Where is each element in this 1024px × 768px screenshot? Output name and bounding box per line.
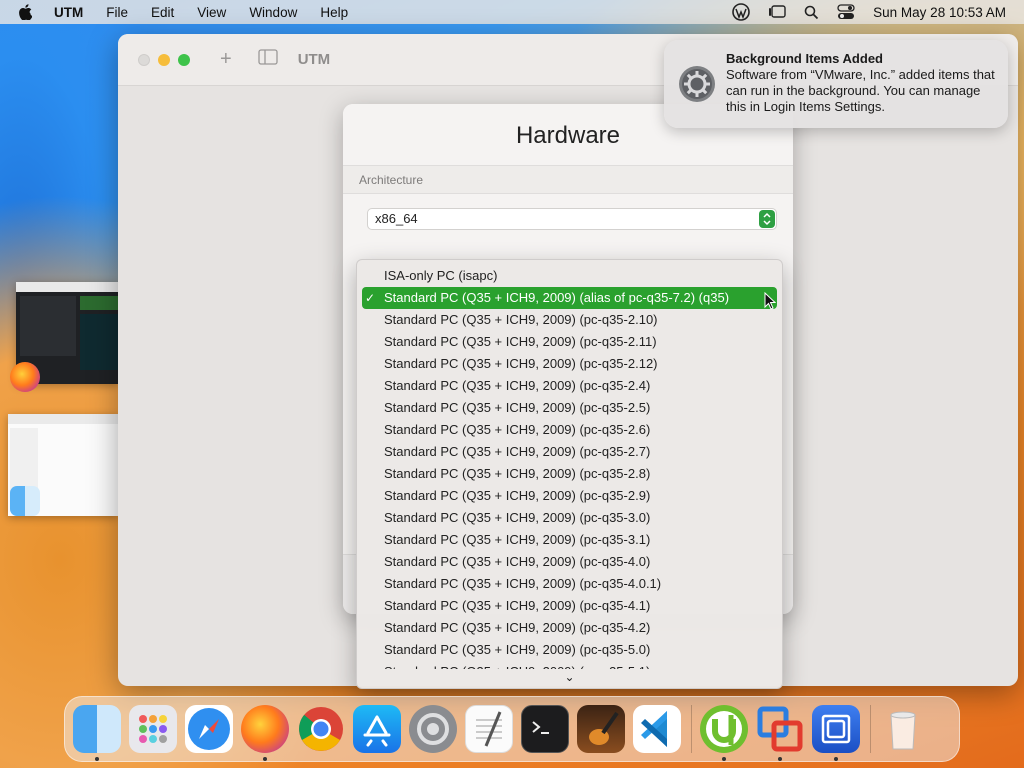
architecture-select[interactable]: x86_64 — [367, 208, 777, 230]
machine-option-label: ISA-only PC (isapc) — [384, 268, 498, 283]
machine-option-label: Standard PC (Q35 + ICH9, 2009) (pc-q35-4… — [384, 554, 651, 569]
firefox-badge-icon — [10, 362, 40, 392]
machine-option-label: Standard PC (Q35 + ICH9, 2009) (pc-q35-5… — [384, 642, 651, 657]
dock-terminal-icon[interactable] — [521, 705, 569, 753]
machine-option[interactable]: Standard PC (Q35 + ICH9, 2009) (pc-q35-2… — [362, 309, 777, 331]
machine-option-selected[interactable]: ✓ Standard PC (Q35 + ICH9, 2009) (alias o… — [362, 287, 777, 309]
machine-option-label: Standard PC (Q35 + ICH9, 2009) (pc-q35-3… — [384, 532, 651, 547]
machine-option[interactable]: Standard PC (Q35 + ICH9, 2009) (pc-q35-2… — [362, 463, 777, 485]
dock — [64, 696, 960, 762]
machine-option-label: Standard PC (Q35 + ICH9, 2009) (alias of… — [384, 290, 730, 305]
menu-bar-clock[interactable]: Sun May 28 10:53 AM — [873, 5, 1006, 20]
machine-option-label: Standard PC (Q35 + ICH9, 2009) (pc-q35-2… — [384, 400, 651, 415]
machine-option[interactable]: Standard PC (Q35 + ICH9, 2009) (pc-q35-2… — [362, 331, 777, 353]
machine-option-label: Standard PC (Q35 + ICH9, 2009) (pc-q35-5… — [384, 664, 650, 669]
machine-option[interactable]: Standard PC (Q35 + ICH9, 2009) (pc-q35-2… — [362, 375, 777, 397]
dock-finder-icon[interactable] — [73, 705, 121, 761]
notification-title: Background Items Added — [726, 51, 883, 66]
menu-app-name[interactable]: UTM — [54, 5, 83, 20]
dock-chrome-icon[interactable] — [297, 705, 345, 753]
architecture-label: Architecture — [343, 166, 793, 194]
dock-textedit-icon[interactable] — [465, 705, 513, 753]
machine-options-list: ISA-only PC (isapc) ✓ Standard PC (Q35 + I… — [357, 265, 782, 669]
machine-option-label: Standard PC (Q35 + ICH9, 2009) (pc-q35-2… — [384, 488, 651, 503]
dock-trash-icon[interactable] — [879, 705, 927, 753]
dock-firefox-icon[interactable] — [241, 705, 289, 761]
machine-option[interactable]: Standard PC (Q35 + ICH9, 2009) (pc-q35-3… — [362, 529, 777, 551]
machine-option[interactable]: Standard PC (Q35 + ICH9, 2009) (pc-q35-4… — [362, 573, 777, 595]
machine-option[interactable]: Standard PC (Q35 + ICH9, 2009) (pc-q35-4… — [362, 617, 777, 639]
dock-garageband-icon[interactable] — [577, 705, 625, 753]
dock-system-settings-icon[interactable] — [409, 705, 457, 753]
menu-help[interactable]: Help — [320, 5, 348, 20]
machine-type-popup-menu[interactable]: ISA-only PC (isapc) ✓ Standard PC (Q35 + I… — [356, 259, 783, 689]
dock-utorrent-icon[interactable] — [700, 705, 748, 761]
machine-option-label: Standard PC (Q35 + ICH9, 2009) (pc-q35-4… — [384, 576, 662, 591]
dock-app-store-icon[interactable] — [353, 705, 401, 753]
checkmark-icon: ✓ — [365, 291, 376, 305]
machine-option[interactable]: Standard PC (Q35 + ICH9, 2009) (pc-q35-4… — [362, 595, 777, 617]
dock-vscode-icon[interactable] — [633, 705, 681, 753]
control-center-icon[interactable] — [837, 4, 855, 20]
machine-option-label: Standard PC (Q35 + ICH9, 2009) (pc-q35-4… — [384, 598, 651, 613]
sidebar-toggle-icon[interactable] — [258, 49, 278, 70]
machine-option-label: Standard PC (Q35 + ICH9, 2009) (pc-q35-2… — [384, 378, 651, 393]
machine-option[interactable]: Standard PC (Q35 + ICH9, 2009) (pc-q35-3… — [362, 507, 777, 529]
menu-view[interactable]: View — [197, 5, 226, 20]
menu-window[interactable]: Window — [249, 5, 297, 20]
machine-option[interactable]: Standard PC (Q35 + ICH9, 2009) (pc-q35-2… — [362, 441, 777, 463]
scroll-down-icon[interactable]: ⌄ — [357, 670, 782, 686]
machine-option-label: Standard PC (Q35 + ICH9, 2009) (pc-q35-2… — [384, 422, 651, 437]
mouse-cursor-icon — [764, 291, 777, 315]
select-stepper-icon — [759, 210, 775, 228]
machine-option-label: Standard PC (Q35 + ICH9, 2009) (pc-q35-2… — [384, 466, 651, 481]
spotlight-search-icon[interactable] — [804, 5, 819, 20]
menu-edit[interactable]: Edit — [151, 5, 174, 20]
gear-icon — [678, 65, 716, 103]
add-vm-button[interactable]: + — [220, 48, 232, 71]
dock-utm-icon[interactable] — [812, 705, 860, 761]
stage-manager-icon[interactable] — [768, 4, 786, 20]
machine-option-label: Standard PC (Q35 + ICH9, 2009) (pc-q35-2… — [384, 312, 658, 327]
dock-safari-icon[interactable] — [185, 705, 233, 753]
menu-file[interactable]: File — [106, 5, 128, 20]
machine-option[interactable]: Standard PC (Q35 + ICH9, 2009) (pc-q35-4… — [362, 551, 777, 573]
window-title: UTM — [297, 51, 331, 68]
machine-option-label: Standard PC (Q35 + ICH9, 2009) (pc-q35-2… — [384, 444, 651, 459]
dock-separator — [691, 705, 692, 753]
machine-option-label: Standard PC (Q35 + ICH9, 2009) (pc-q35-3… — [384, 510, 651, 525]
notification-banner[interactable]: Background Items Added Software from “VM… — [664, 40, 1008, 128]
window-minimize-button[interactable] — [158, 53, 170, 66]
window-zoom-button[interactable] — [178, 53, 190, 66]
menu-bar: UTM File Edit View Window Help Sun May 2… — [0, 0, 1024, 24]
machine-option-label: Standard PC (Q35 + ICH9, 2009) (pc-q35-2… — [384, 334, 657, 349]
machine-option[interactable]: Standard PC (Q35 + ICH9, 2009) (pc-q35-2… — [362, 419, 777, 441]
notification-body: Software from “VMware, Inc.” added items… — [726, 67, 995, 114]
machine-option[interactable]: ISA-only PC (isapc) — [362, 265, 777, 287]
machine-option[interactable]: Standard PC (Q35 + ICH9, 2009) (pc-q35-2… — [362, 485, 777, 507]
window-close-button[interactable] — [138, 53, 150, 66]
machine-option-label: Standard PC (Q35 + ICH9, 2009) (pc-q35-4… — [384, 620, 651, 635]
machine-option[interactable]: Standard PC (Q35 + ICH9, 2009) (pc-q35-2… — [362, 397, 777, 419]
finder-badge-icon — [10, 486, 40, 516]
machine-option[interactable]: Standard PC (Q35 + ICH9, 2009) (pc-q35-5… — [362, 639, 777, 661]
dock-vmware-fusion-icon[interactable] — [756, 705, 804, 761]
machine-option[interactable]: Standard PC (Q35 + ICH9, 2009) (pc-q35-5… — [362, 661, 777, 669]
machine-option-label: Standard PC (Q35 + ICH9, 2009) (pc-q35-2… — [384, 356, 658, 371]
dock-separator — [870, 705, 871, 753]
dock-launchpad-icon[interactable] — [129, 705, 177, 753]
architecture-value: x86_64 — [375, 211, 418, 226]
apple-menu-icon[interactable] — [18, 4, 34, 20]
machine-option[interactable]: Standard PC (Q35 + ICH9, 2009) (pc-q35-2… — [362, 353, 777, 375]
wordpress-status-icon[interactable] — [732, 3, 750, 21]
